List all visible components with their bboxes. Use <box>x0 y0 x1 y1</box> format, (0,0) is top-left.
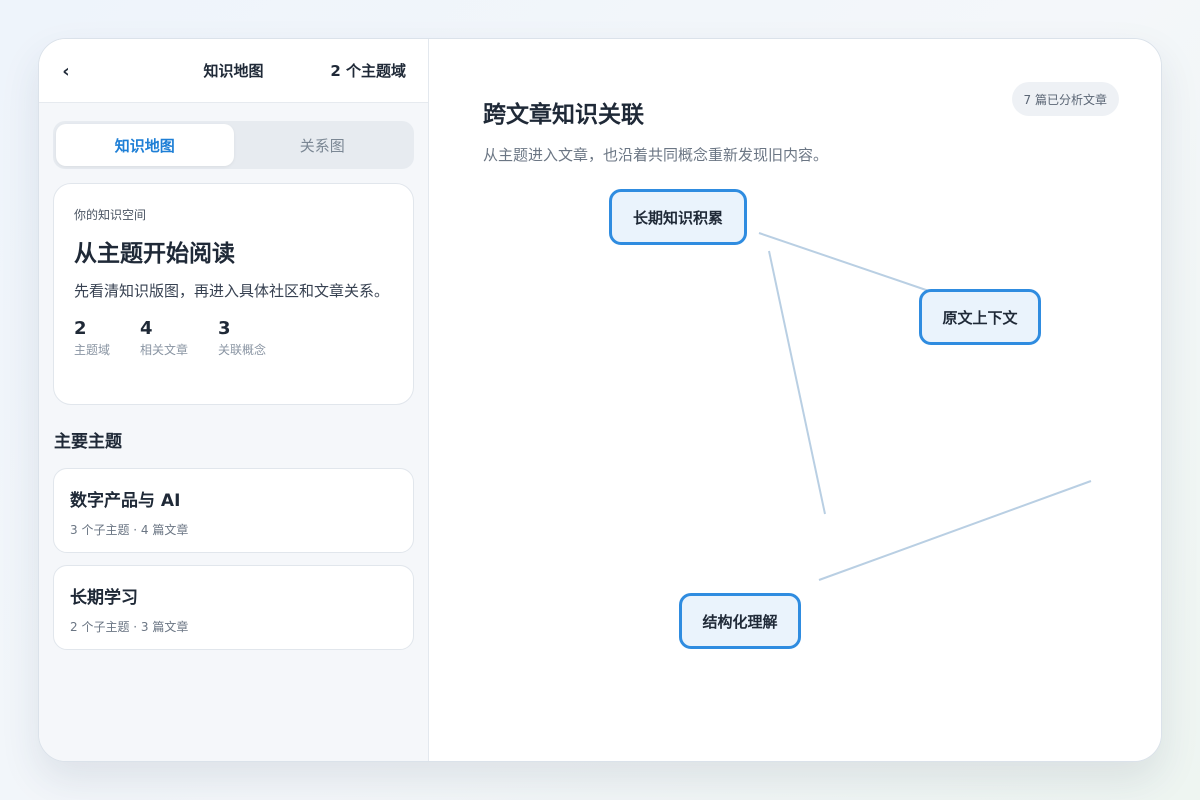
stat-domains: 2 主题域 <box>74 318 110 358</box>
stat-value: 3 <box>218 318 231 339</box>
topic-meta: 2 个子主题 · 3 篇文章 <box>70 620 189 634</box>
graph-node-structured-understanding[interactable]: 结构化理解 <box>679 593 801 649</box>
hero-title: 从主题开始阅读 <box>74 241 235 267</box>
hero-kicker: 你的知识空间 <box>74 208 147 222</box>
stat-label: 相关文章 <box>140 343 189 357</box>
topic-meta: 3 个子主题 · 4 篇文章 <box>70 523 189 537</box>
topic-card-digital-ai[interactable]: 数字产品与 AI 3 个子主题 · 4 篇文章 <box>53 468 414 553</box>
graph-edge <box>818 480 1092 581</box>
sidebar: ‹ 知识地图 2 个主题域 知识地图 关系图 你的知识空间 从主题开始阅读 先看… <box>39 39 429 761</box>
graph-edge <box>758 232 930 292</box>
stat-value: 4 <box>140 318 153 339</box>
stat-label: 关联概念 <box>218 343 267 357</box>
tab-knowledge-map[interactable]: 知识地图 <box>56 124 234 166</box>
concept-graph[interactable] <box>429 39 1161 761</box>
stat-articles: 4 相关文章 <box>140 318 188 358</box>
tab-relation-graph[interactable]: 关系图 <box>234 124 412 166</box>
main-panel: 跨文章知识关联 从主题进入文章，也沿着共同概念重新发现旧内容。 7 篇已分析文章… <box>429 39 1161 761</box>
domain-count: 2 个主题域 <box>330 62 406 80</box>
topic-name: 长期学习 <box>70 588 138 608</box>
stats-row: 2 主题域 4 相关文章 3 关联概念 <box>74 318 393 358</box>
stat-label: 主题域 <box>74 343 111 357</box>
topic-card-long-term-learning[interactable]: 长期学习 2 个子主题 · 3 篇文章 <box>53 565 414 650</box>
view-tabs: 知识地图 关系图 <box>53 121 414 169</box>
graph-edge <box>768 250 826 515</box>
section-title: 主要主题 <box>54 432 122 452</box>
sidebar-topbar: ‹ 知识地图 2 个主题域 <box>39 39 428 103</box>
stat-concepts: 3 关联概念 <box>218 318 266 358</box>
graph-node-original-context[interactable]: 原文上下文 <box>919 289 1041 345</box>
stat-value: 2 <box>74 318 87 339</box>
topic-name: 数字产品与 AI <box>70 491 181 511</box>
app-window: ‹ 知识地图 2 个主题域 知识地图 关系图 你的知识空间 从主题开始阅读 先看… <box>38 38 1162 762</box>
hero-description: 先看清知识版图，再进入具体社区和文章关系。 <box>74 282 390 300</box>
knowledge-space-card: 你的知识空间 从主题开始阅读 先看清知识版图，再进入具体社区和文章关系。 2 主… <box>53 183 414 405</box>
graph-node-long-term-knowledge[interactable]: 长期知识积累 <box>609 189 747 245</box>
